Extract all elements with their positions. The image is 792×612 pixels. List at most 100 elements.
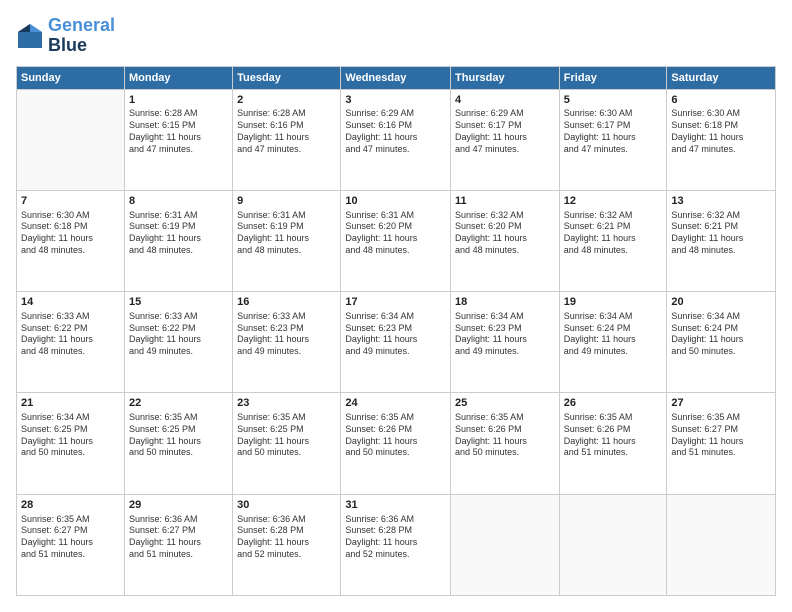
weekday-header-tuesday: Tuesday [233, 66, 341, 89]
calendar-cell: 30Sunrise: 6:36 AM Sunset: 6:28 PM Dayli… [233, 494, 341, 595]
day-number: 12 [564, 194, 663, 209]
day-number: 13 [671, 194, 771, 209]
calendar-cell: 27Sunrise: 6:35 AM Sunset: 6:27 PM Dayli… [667, 393, 776, 494]
day-number: 27 [671, 396, 771, 411]
day-info: Sunrise: 6:31 AM Sunset: 6:19 PM Dayligh… [129, 210, 228, 257]
day-number: 30 [237, 498, 336, 513]
calendar-cell [17, 89, 125, 190]
day-info: Sunrise: 6:33 AM Sunset: 6:22 PM Dayligh… [129, 311, 228, 358]
day-number: 31 [345, 498, 446, 513]
calendar-cell: 21Sunrise: 6:34 AM Sunset: 6:25 PM Dayli… [17, 393, 125, 494]
day-info: Sunrise: 6:35 AM Sunset: 6:26 PM Dayligh… [564, 412, 663, 459]
calendar-cell: 5Sunrise: 6:30 AM Sunset: 6:17 PM Daylig… [559, 89, 667, 190]
day-number: 17 [345, 295, 446, 310]
calendar-cell: 1Sunrise: 6:28 AM Sunset: 6:15 PM Daylig… [124, 89, 232, 190]
calendar-cell: 28Sunrise: 6:35 AM Sunset: 6:27 PM Dayli… [17, 494, 125, 595]
calendar-cell: 24Sunrise: 6:35 AM Sunset: 6:26 PM Dayli… [341, 393, 451, 494]
day-number: 5 [564, 93, 663, 108]
day-number: 9 [237, 194, 336, 209]
day-info: Sunrise: 6:28 AM Sunset: 6:15 PM Dayligh… [129, 108, 228, 155]
day-info: Sunrise: 6:35 AM Sunset: 6:27 PM Dayligh… [21, 514, 120, 561]
logo-line1: General [48, 16, 115, 36]
calendar-cell: 15Sunrise: 6:33 AM Sunset: 6:22 PM Dayli… [124, 292, 232, 393]
day-info: Sunrise: 6:28 AM Sunset: 6:16 PM Dayligh… [237, 108, 336, 155]
weekday-header-friday: Friday [559, 66, 667, 89]
calendar-cell: 17Sunrise: 6:34 AM Sunset: 6:23 PM Dayli… [341, 292, 451, 393]
calendar-cell: 9Sunrise: 6:31 AM Sunset: 6:19 PM Daylig… [233, 190, 341, 291]
day-number: 14 [21, 295, 120, 310]
weekday-header-wednesday: Wednesday [341, 66, 451, 89]
calendar-week-1: 1Sunrise: 6:28 AM Sunset: 6:15 PM Daylig… [17, 89, 776, 190]
day-number: 4 [455, 93, 555, 108]
day-number: 3 [345, 93, 446, 108]
calendar-cell: 20Sunrise: 6:34 AM Sunset: 6:24 PM Dayli… [667, 292, 776, 393]
calendar-cell: 29Sunrise: 6:36 AM Sunset: 6:27 PM Dayli… [124, 494, 232, 595]
day-info: Sunrise: 6:35 AM Sunset: 6:26 PM Dayligh… [455, 412, 555, 459]
calendar-header-row: SundayMondayTuesdayWednesdayThursdayFrid… [17, 66, 776, 89]
calendar-week-5: 28Sunrise: 6:35 AM Sunset: 6:27 PM Dayli… [17, 494, 776, 595]
day-info: Sunrise: 6:30 AM Sunset: 6:18 PM Dayligh… [671, 108, 771, 155]
calendar-cell: 19Sunrise: 6:34 AM Sunset: 6:24 PM Dayli… [559, 292, 667, 393]
calendar-cell: 12Sunrise: 6:32 AM Sunset: 6:21 PM Dayli… [559, 190, 667, 291]
calendar-cell: 14Sunrise: 6:33 AM Sunset: 6:22 PM Dayli… [17, 292, 125, 393]
day-number: 25 [455, 396, 555, 411]
day-number: 22 [129, 396, 228, 411]
day-number: 29 [129, 498, 228, 513]
day-number: 18 [455, 295, 555, 310]
day-number: 10 [345, 194, 446, 209]
calendar-cell: 31Sunrise: 6:36 AM Sunset: 6:28 PM Dayli… [341, 494, 451, 595]
calendar-table: SundayMondayTuesdayWednesdayThursdayFrid… [16, 66, 776, 596]
day-info: Sunrise: 6:30 AM Sunset: 6:17 PM Dayligh… [564, 108, 663, 155]
day-info: Sunrise: 6:36 AM Sunset: 6:28 PM Dayligh… [237, 514, 336, 561]
day-info: Sunrise: 6:31 AM Sunset: 6:19 PM Dayligh… [237, 210, 336, 257]
day-number: 21 [21, 396, 120, 411]
calendar-cell: 4Sunrise: 6:29 AM Sunset: 6:17 PM Daylig… [451, 89, 560, 190]
day-info: Sunrise: 6:34 AM Sunset: 6:23 PM Dayligh… [455, 311, 555, 358]
day-number: 7 [21, 194, 120, 209]
day-number: 16 [237, 295, 336, 310]
day-info: Sunrise: 6:30 AM Sunset: 6:18 PM Dayligh… [21, 210, 120, 257]
calendar-cell: 8Sunrise: 6:31 AM Sunset: 6:19 PM Daylig… [124, 190, 232, 291]
calendar-cell: 25Sunrise: 6:35 AM Sunset: 6:26 PM Dayli… [451, 393, 560, 494]
day-number: 28 [21, 498, 120, 513]
day-info: Sunrise: 6:33 AM Sunset: 6:22 PM Dayligh… [21, 311, 120, 358]
day-info: Sunrise: 6:32 AM Sunset: 6:20 PM Dayligh… [455, 210, 555, 257]
day-number: 2 [237, 93, 336, 108]
day-number: 24 [345, 396, 446, 411]
day-number: 1 [129, 93, 228, 108]
day-number: 20 [671, 295, 771, 310]
weekday-header-thursday: Thursday [451, 66, 560, 89]
calendar-cell: 10Sunrise: 6:31 AM Sunset: 6:20 PM Dayli… [341, 190, 451, 291]
day-info: Sunrise: 6:34 AM Sunset: 6:24 PM Dayligh… [671, 311, 771, 358]
calendar-week-2: 7Sunrise: 6:30 AM Sunset: 6:18 PM Daylig… [17, 190, 776, 291]
calendar-cell: 11Sunrise: 6:32 AM Sunset: 6:20 PM Dayli… [451, 190, 560, 291]
logo-icon [16, 22, 44, 50]
day-info: Sunrise: 6:35 AM Sunset: 6:25 PM Dayligh… [237, 412, 336, 459]
weekday-header-sunday: Sunday [17, 66, 125, 89]
page: General Blue SundayMondayTuesdayWednesda… [0, 0, 792, 612]
calendar-week-3: 14Sunrise: 6:33 AM Sunset: 6:22 PM Dayli… [17, 292, 776, 393]
day-number: 11 [455, 194, 555, 209]
calendar-cell: 23Sunrise: 6:35 AM Sunset: 6:25 PM Dayli… [233, 393, 341, 494]
calendar-cell: 7Sunrise: 6:30 AM Sunset: 6:18 PM Daylig… [17, 190, 125, 291]
day-info: Sunrise: 6:34 AM Sunset: 6:23 PM Dayligh… [345, 311, 446, 358]
day-info: Sunrise: 6:35 AM Sunset: 6:26 PM Dayligh… [345, 412, 446, 459]
day-info: Sunrise: 6:29 AM Sunset: 6:16 PM Dayligh… [345, 108, 446, 155]
calendar-cell: 22Sunrise: 6:35 AM Sunset: 6:25 PM Dayli… [124, 393, 232, 494]
day-number: 23 [237, 396, 336, 411]
day-number: 6 [671, 93, 771, 108]
logo: General Blue [16, 16, 115, 56]
calendar-cell: 6Sunrise: 6:30 AM Sunset: 6:18 PM Daylig… [667, 89, 776, 190]
calendar-cell: 18Sunrise: 6:34 AM Sunset: 6:23 PM Dayli… [451, 292, 560, 393]
weekday-header-monday: Monday [124, 66, 232, 89]
day-number: 19 [564, 295, 663, 310]
day-info: Sunrise: 6:35 AM Sunset: 6:25 PM Dayligh… [129, 412, 228, 459]
day-info: Sunrise: 6:32 AM Sunset: 6:21 PM Dayligh… [671, 210, 771, 257]
calendar-cell: 26Sunrise: 6:35 AM Sunset: 6:26 PM Dayli… [559, 393, 667, 494]
calendar-cell [559, 494, 667, 595]
day-info: Sunrise: 6:32 AM Sunset: 6:21 PM Dayligh… [564, 210, 663, 257]
logo-text: General Blue [48, 16, 115, 56]
weekday-header-saturday: Saturday [667, 66, 776, 89]
day-number: 8 [129, 194, 228, 209]
calendar-cell [451, 494, 560, 595]
